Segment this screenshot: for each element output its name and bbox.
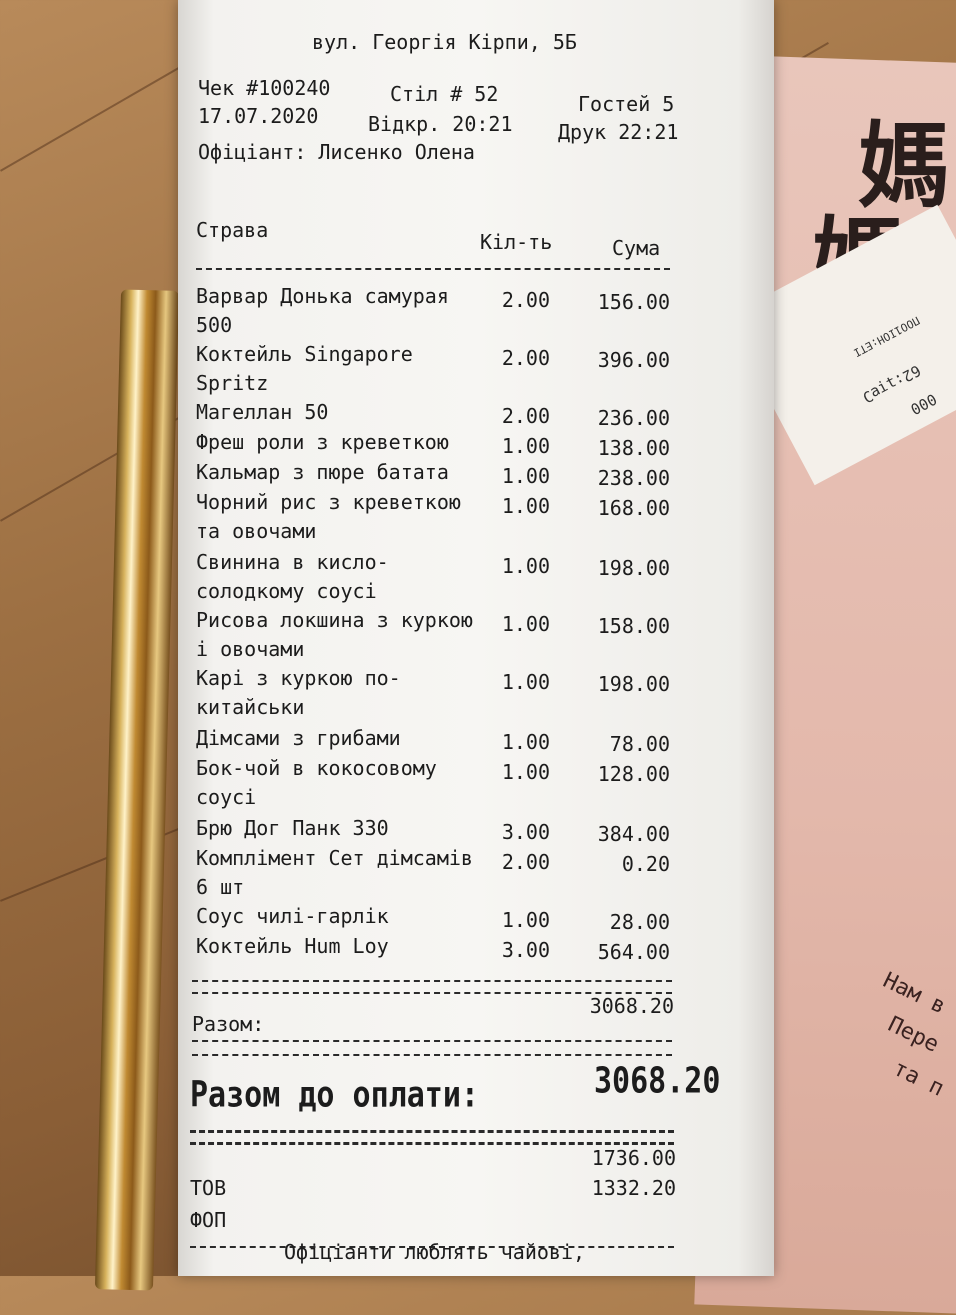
- item-sum: 396.00: [597, 348, 670, 372]
- item-qty: 2.00: [501, 346, 550, 370]
- item-name: Дімсами з грибами: [196, 726, 401, 750]
- printed-time: Друк 22:21: [558, 120, 679, 144]
- item-name: Магеллан 50: [196, 400, 329, 424]
- item-name: Варвар Донька самурая 500: [196, 284, 449, 337]
- item-sum: 236.00: [597, 406, 670, 430]
- item-sum: 564.00: [597, 940, 670, 964]
- header-divider: [196, 268, 670, 270]
- item-name: Бок-чой в кокосовому соусі: [196, 756, 437, 809]
- item-sum: 238.00: [597, 466, 670, 490]
- item-sum: 198.00: [597, 556, 670, 580]
- item-qty: 1.00: [501, 494, 550, 518]
- footer-note: Офіціанти люблять чайові,: [284, 1240, 586, 1264]
- chinese-glyph: 媽: [858, 112, 951, 220]
- item-qty: 1.00: [501, 554, 550, 578]
- item-sum: 168.00: [597, 496, 670, 520]
- item-qty: 1.00: [501, 908, 550, 932]
- waiter-name: Офіціант: Лисенко Олена: [198, 140, 475, 164]
- item-sum: 158.00: [597, 614, 670, 638]
- split-label-fop: ФОП: [190, 1208, 227, 1232]
- item-qty: 2.00: [501, 288, 550, 312]
- item-name: Соус чилі-гарлік: [196, 904, 389, 928]
- item-sum: 28.00: [609, 910, 670, 934]
- column-header-sum: Сума: [612, 236, 661, 260]
- item-qty: 2.00: [501, 850, 550, 874]
- split-value-tov: 1736.00: [591, 1146, 676, 1170]
- total-label: Разом до оплати:: [190, 1074, 479, 1116]
- item-name: Комплімент Сет дімсамів 6 шт: [196, 846, 473, 899]
- item-qty: 1.00: [501, 434, 550, 458]
- item-name: Коктейль Singapore Spritz: [196, 342, 413, 395]
- item-qty: 3.00: [501, 938, 550, 962]
- item-name: Карі з куркою по- китайськи: [196, 666, 401, 719]
- total-value: 3068.20: [594, 1060, 721, 1102]
- item-qty: 1.00: [501, 760, 550, 784]
- item-sum: 0.20: [621, 852, 670, 876]
- item-qty: 1.00: [501, 730, 550, 754]
- subtotal-divider-2: [192, 1054, 672, 1056]
- item-name: Рисова локшина з куркою і овочами: [196, 608, 473, 661]
- item-name: Фреш роли з креветкою: [196, 430, 449, 454]
- item-name: Свинина в кисло- солодкому соусі: [196, 550, 389, 603]
- item-qty: 3.00: [501, 820, 550, 844]
- column-header-qty: Кіл-ть: [480, 230, 553, 254]
- check-number: Чек #100240: [198, 76, 331, 100]
- total-divider-2: [190, 1142, 674, 1145]
- receipt-date: 17.07.2020: [198, 104, 319, 128]
- subtotal-label: Разом:: [192, 1012, 265, 1036]
- item-sum: 156.00: [597, 290, 670, 314]
- item-name: Чорний рис з креветкою та овочами: [196, 490, 461, 543]
- split-value-fop: 1332.20: [591, 1176, 676, 1200]
- column-header-dish: Страва: [196, 218, 269, 242]
- subtotal-divider: [192, 1040, 672, 1042]
- item-sum: 128.00: [597, 762, 670, 786]
- item-qty: 1.00: [501, 612, 550, 636]
- subtotal-value: 3068.20: [589, 994, 674, 1018]
- item-qty: 1.00: [501, 464, 550, 488]
- opened-time: Відкр. 20:21: [368, 112, 513, 136]
- receipt: вул. Георгія Кірпи, 5Б Чек #100240 Стіл …: [178, 0, 774, 1276]
- item-sum: 138.00: [597, 436, 670, 460]
- items-divider: [192, 980, 672, 982]
- item-sum: 198.00: [597, 672, 670, 696]
- item-sum: 384.00: [597, 822, 670, 846]
- total-divider: [190, 1130, 674, 1133]
- item-name: Кальмар з пюре батата: [196, 460, 449, 484]
- guests-count: Гостей 5: [578, 92, 675, 116]
- address: вул. Георгія Кірпи, 5Б: [312, 30, 577, 54]
- split-label-tov: ТОВ: [190, 1176, 227, 1200]
- item-qty: 2.00: [501, 404, 550, 428]
- item-qty: 1.00: [501, 670, 550, 694]
- item-name: Брю Дог Панк 330: [196, 816, 389, 840]
- golden-straw: [94, 289, 180, 1291]
- table-number: Стіл # 52: [390, 82, 499, 106]
- item-sum: 78.00: [609, 732, 670, 756]
- item-name: Коктейль Hum Loy: [196, 934, 389, 958]
